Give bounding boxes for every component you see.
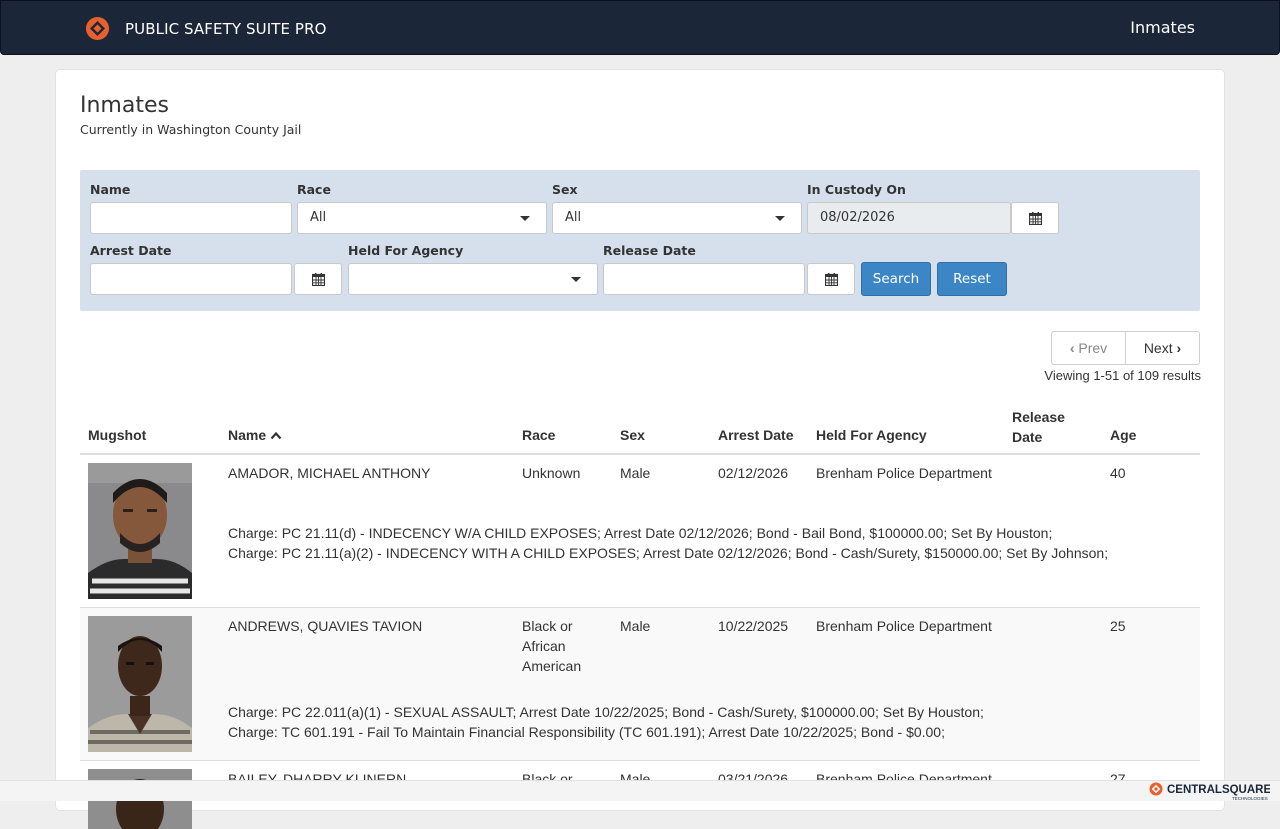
name-filter-input[interactable] — [90, 202, 292, 234]
reset-button[interactable]: Reset — [937, 262, 1007, 296]
next-label: Next — [1143, 340, 1173, 356]
mugshot-photo — [88, 463, 192, 599]
col-header-mugshot: Mugshot — [88, 427, 147, 443]
app-logo-icon[interactable] — [85, 16, 110, 41]
race-line: Black or — [522, 618, 573, 634]
calendar-icon — [824, 272, 838, 286]
release-calendar-button[interactable] — [807, 263, 855, 295]
charge-line: Charge: PC 21.11(a)(2) - INDECENCY WITH … — [228, 545, 1109, 561]
chevron-right-icon: › — [1176, 340, 1182, 356]
page-title: Inmates — [80, 93, 169, 118]
inmate-age: 25 — [1110, 618, 1126, 634]
inmate-race: Unknown — [522, 465, 581, 481]
footer-brand-sub: TECHNOLOGIES — [1232, 796, 1268, 801]
inmate-sex: Male — [620, 618, 651, 634]
prev-label: Prev — [1078, 340, 1108, 356]
footer-brand: CENTRALSQUARE — [1167, 784, 1270, 796]
chevron-down-icon — [775, 216, 785, 221]
charge-line: Charge: PC 22.011(a)(1) - SEXUAL ASSAULT… — [228, 704, 984, 720]
filter-panel: Name Race All Sex All In Custody On 08/0… — [80, 170, 1200, 311]
prev-page-button[interactable]: ‹ Prev — [1051, 331, 1126, 365]
chevron-down-icon — [520, 216, 530, 221]
race-line: African — [522, 638, 566, 654]
calendar-icon — [1028, 211, 1042, 225]
inmate-arrest-date: 10/22/2025 — [718, 618, 789, 634]
page-subtitle: Currently in Washington County Jail — [80, 122, 302, 137]
inmate-name[interactable]: AMADOR, MICHAEL ANTHONY — [228, 463, 431, 483]
sort-ascending-icon — [270, 431, 282, 440]
release-date-input[interactable] — [603, 263, 805, 295]
calendar-icon — [311, 272, 325, 286]
col-header-race: Race — [522, 427, 556, 443]
table-row[interactable]: AMADOR, MICHAEL ANTHONY Unknown Male 02/… — [80, 454, 1200, 607]
col-header-arrest-date: Arrest Date — [718, 427, 794, 443]
col-header-age: Age — [1110, 427, 1137, 443]
inmate-age: 40 — [1110, 465, 1126, 481]
table-row[interactable]: ANDREWS, QUAVIES TAVION Black or African… — [80, 607, 1200, 760]
chevron-left-icon: ‹ — [1069, 340, 1075, 356]
next-page-button[interactable]: Next › — [1125, 331, 1200, 365]
chevron-down-icon — [571, 277, 581, 282]
content-panel: Inmates Currently in Washington County J… — [55, 69, 1225, 829]
inmate-sex: Male — [620, 465, 651, 481]
centralsquare-logo: CENTRALSQUARE TECHNOLOGIES — [1149, 782, 1270, 801]
sex-filter-label: Sex — [552, 182, 578, 197]
arrest-date-input[interactable] — [90, 263, 292, 295]
inmate-race: Black or African American — [522, 616, 581, 676]
custody-calendar-button[interactable] — [1011, 202, 1059, 234]
charge-line: Charge: PC 21.11(d) - INDECENCY W/A CHIL… — [228, 525, 1053, 541]
agency-filter-select[interactable] — [348, 263, 598, 295]
agency-filter-label: Held For Agency — [348, 243, 464, 258]
charge-line: Charge: TC 601.191 - Fail To Maintain Fi… — [228, 724, 945, 740]
sex-filter-value: All — [565, 210, 582, 225]
inmate-agency: Brenham Police Department — [816, 465, 992, 481]
sex-filter-select[interactable]: All — [552, 202, 802, 234]
col-header-name[interactable]: Name — [228, 427, 282, 443]
mugshot-photo — [88, 616, 192, 752]
col-header-release-line1: Release — [1012, 409, 1065, 425]
release-filter-label: Release Date — [603, 243, 696, 258]
inmate-arrest-date: 02/12/2026 — [718, 465, 789, 481]
race-filter-select[interactable]: All — [297, 202, 547, 234]
app-title[interactable]: PUBLIC SAFETY SUITE PRO — [125, 20, 327, 38]
race-filter-value: All — [310, 210, 327, 225]
col-header-agency: Held For Agency — [816, 427, 927, 443]
inmate-agency: Brenham Police Department — [816, 618, 992, 634]
arrest-filter-label: Arrest Date — [90, 243, 172, 258]
col-header-sex: Sex — [620, 427, 645, 443]
results-count: Viewing 1-51 of 109 results — [1044, 368, 1201, 383]
race-line: American — [522, 658, 582, 674]
footer-bar: CENTRALSQUARE TECHNOLOGIES — [0, 780, 1280, 801]
inmate-name[interactable]: ANDREWS, QUAVIES TAVION — [228, 616, 422, 636]
col-header-name-label: Name — [228, 427, 267, 443]
custody-filter-label: In Custody On — [807, 182, 906, 197]
col-header-release-date: Release Date — [1012, 407, 1065, 447]
nav-link-inmates[interactable]: Inmates — [1130, 18, 1195, 37]
search-button[interactable]: Search — [861, 262, 931, 296]
top-navbar: PUBLIC SAFETY SUITE PRO Inmates — [0, 0, 1280, 55]
arrest-calendar-button[interactable] — [294, 263, 342, 295]
custody-date-input[interactable]: 08/02/2026 — [807, 202, 1011, 234]
race-filter-label: Race — [297, 182, 331, 197]
col-header-release-line2: Date — [1012, 429, 1043, 445]
name-filter-label: Name — [90, 182, 131, 197]
